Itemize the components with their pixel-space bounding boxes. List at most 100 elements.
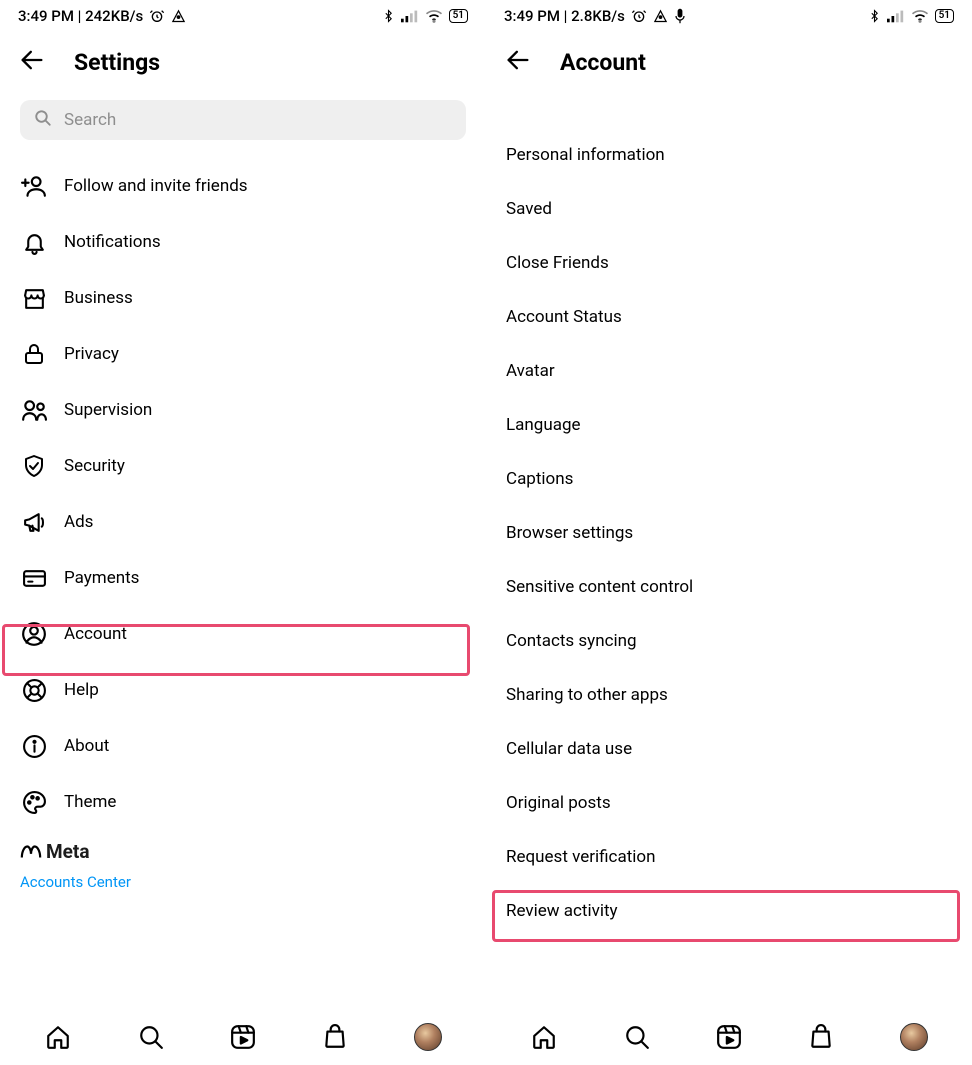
avatar [900, 1023, 928, 1051]
settings-item-label: Theme [64, 792, 466, 812]
account-list: Personal information Saved Close Friends… [486, 100, 972, 1009]
accounts-center-link[interactable]: Accounts Center [20, 863, 466, 891]
settings-item-label: Help [64, 680, 466, 700]
settings-item-label: Security [64, 456, 466, 476]
card-icon [20, 564, 48, 592]
nav-reels[interactable] [229, 1023, 257, 1051]
bell-icon [20, 228, 48, 256]
page-title: Settings [74, 49, 160, 76]
search-container: Search [0, 100, 486, 158]
alarm-icon [149, 8, 165, 24]
settings-item-security[interactable]: Security [0, 438, 486, 494]
nav-profile[interactable] [414, 1023, 442, 1051]
settings-item-label: Account [64, 624, 466, 644]
status-time-speed: 3:49 PM | 242KB/s [18, 7, 143, 25]
meta-logo: Meta [20, 840, 466, 863]
account-item-close-friends[interactable]: Close Friends [486, 236, 972, 290]
settings-item-label: Follow and invite friends [64, 176, 466, 196]
nav-reels[interactable] [715, 1023, 743, 1051]
battery-indicator: 51 [449, 9, 468, 23]
follow-invite-icon [20, 172, 48, 200]
search-icon [34, 109, 52, 132]
account-item-saved[interactable]: Saved [486, 182, 972, 236]
bluetooth-icon [382, 8, 395, 24]
nav-profile[interactable] [900, 1023, 928, 1051]
phone-settings: 3:49 PM | 242KB/s 51 [0, 0, 486, 1065]
nav-shop[interactable] [807, 1023, 835, 1051]
meta-section: Meta Accounts Center [0, 830, 486, 895]
settings-item-label: Ads [64, 512, 466, 532]
wifi-icon [911, 9, 929, 23]
settings-item-business[interactable]: Business [0, 270, 486, 326]
lock-icon [20, 340, 48, 368]
storefront-icon [20, 284, 48, 312]
status-time-speed: 3:49 PM | 2.8KB/s [504, 7, 625, 25]
nav-home[interactable] [530, 1023, 558, 1051]
signal-icon [887, 9, 905, 23]
settings-list: Follow and invite friends Notifications … [0, 158, 486, 1009]
header: Account [486, 32, 972, 100]
status-bar: 3:49 PM | 2.8KB/s 51 [486, 0, 972, 32]
bottom-nav [486, 1009, 972, 1065]
settings-item-ads[interactable]: Ads [0, 494, 486, 550]
settings-item-follow[interactable]: Follow and invite friends [0, 158, 486, 214]
info-icon [20, 732, 48, 760]
triangle-icon [653, 9, 668, 24]
search-input[interactable]: Search [20, 100, 466, 140]
nav-search[interactable] [137, 1023, 165, 1051]
mic-icon [674, 8, 686, 24]
page-title: Account [560, 49, 646, 76]
triangle-icon [171, 9, 186, 24]
account-item-sensitive-content-control[interactable]: Sensitive content control [486, 560, 972, 614]
back-icon[interactable] [504, 46, 532, 78]
settings-item-theme[interactable]: Theme [0, 774, 486, 830]
settings-item-notifications[interactable]: Notifications [0, 214, 486, 270]
account-item-contacts-syncing[interactable]: Contacts syncing [486, 614, 972, 668]
shield-icon [20, 452, 48, 480]
settings-item-privacy[interactable]: Privacy [0, 326, 486, 382]
settings-item-label: Supervision [64, 400, 466, 420]
account-item-language[interactable]: Language [486, 398, 972, 452]
account-item-sharing-to-other-apps[interactable]: Sharing to other apps [486, 668, 972, 722]
nav-shop[interactable] [321, 1023, 349, 1051]
settings-item-label: About [64, 736, 466, 756]
settings-item-about[interactable]: About [0, 718, 486, 774]
alarm-icon [631, 8, 647, 24]
account-item-browser-settings[interactable]: Browser settings [486, 506, 972, 560]
settings-item-payments[interactable]: Payments [0, 550, 486, 606]
header: Settings [0, 32, 486, 100]
account-item-personal-information[interactable]: Personal information [486, 128, 972, 182]
nav-search[interactable] [623, 1023, 651, 1051]
battery-indicator: 51 [935, 9, 954, 23]
people-icon [20, 396, 48, 424]
settings-item-supervision[interactable]: Supervision [0, 382, 486, 438]
settings-item-account[interactable]: Account [0, 606, 486, 662]
bottom-nav [0, 1009, 486, 1065]
account-item-avatar[interactable]: Avatar [486, 344, 972, 398]
search-placeholder: Search [64, 110, 116, 130]
settings-item-help[interactable]: Help [0, 662, 486, 718]
account-item-review-activity[interactable]: Review activity [486, 884, 972, 938]
avatar [414, 1023, 442, 1051]
help-icon [20, 676, 48, 704]
signal-icon [401, 9, 419, 23]
wifi-icon [425, 9, 443, 23]
settings-item-label: Notifications [64, 232, 466, 252]
phone-account: 3:49 PM | 2.8KB/s 51 [486, 0, 972, 1065]
settings-item-label: Business [64, 288, 466, 308]
account-item-request-verification[interactable]: Request verification [486, 830, 972, 884]
account-item-cellular-data-use[interactable]: Cellular data use [486, 722, 972, 776]
account-item-captions[interactable]: Captions [486, 452, 972, 506]
status-bar: 3:49 PM | 242KB/s 51 [0, 0, 486, 32]
settings-item-label: Payments [64, 568, 466, 588]
meta-brand-text: Meta [46, 840, 90, 863]
back-icon[interactable] [18, 46, 46, 78]
account-item-original-posts[interactable]: Original posts [486, 776, 972, 830]
account-icon [20, 620, 48, 648]
palette-icon [20, 788, 48, 816]
megaphone-icon [20, 508, 48, 536]
bluetooth-icon [868, 8, 881, 24]
account-item-account-status[interactable]: Account Status [486, 290, 972, 344]
settings-item-label: Privacy [64, 344, 466, 364]
nav-home[interactable] [44, 1023, 72, 1051]
